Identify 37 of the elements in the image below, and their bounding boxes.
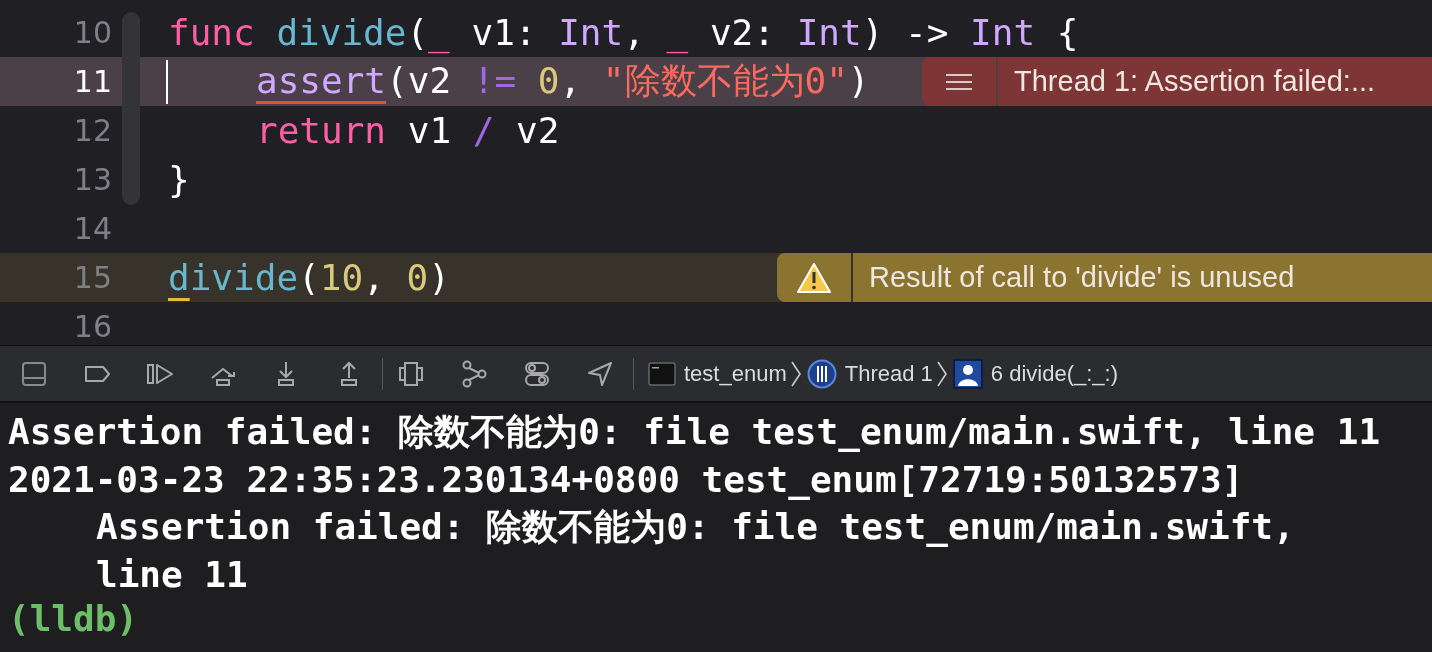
warning-icon (797, 262, 831, 293)
line-number: 12 (72, 113, 112, 148)
line-number: 16 (72, 309, 112, 344)
breadcrumb-item[interactable]: 6 divide(_:_:) (952, 358, 1118, 389)
line-number: 10 (72, 15, 112, 50)
frames-icon[interactable] (397, 359, 425, 388)
text-cursor (166, 59, 168, 104)
thread-icon (806, 358, 837, 389)
console-line: Assertion failed: 除数不能为0: file test_enum/main.swift, (96, 505, 1295, 549)
location-arrow-icon[interactable] (586, 359, 614, 388)
terminal-icon (648, 361, 676, 386)
chevron-icon (790, 360, 801, 387)
line-number: 11 (72, 64, 112, 99)
code-line: } (168, 159, 190, 200)
line-number: 13 (72, 162, 112, 197)
menu-icon (946, 72, 972, 91)
breadcrumb-item[interactable]: Thread 1 (806, 358, 933, 389)
console-line: line 11 (96, 552, 248, 597)
console-prompt: (lldb) (8, 598, 139, 640)
code-line: return v1 / v2 (255, 110, 560, 151)
line-number: 15 (72, 260, 112, 295)
code-line: func divide(_ v1: Int, _ v2: Int) -> Int { (168, 12, 1079, 53)
error-message: Thread 1: Assertion failed:... (998, 57, 1432, 106)
person-icon (952, 358, 983, 389)
graph-icon[interactable] (460, 359, 488, 388)
console-line: 2021-03-23 22:35:23.230134+0800 test_enum[72719:50132573] (8, 457, 1244, 502)
issue-icon-button[interactable] (922, 57, 996, 106)
toggle-icon[interactable] (523, 359, 551, 388)
issue-icon-button[interactable] (777, 253, 851, 302)
chevron-icon (936, 360, 947, 387)
console-line: Assertion failed: 除数不能为0: file test_enum/main.swift, line 11 (8, 410, 1381, 454)
code-line: divide(10, 0) (168, 257, 450, 298)
panel-icon[interactable] (20, 359, 48, 388)
line-number: 14 (72, 211, 112, 246)
warning-message: Result of call to 'divide' is unused (853, 253, 1432, 302)
code-line: assert(v2 != 0, "除数不能为0") (255, 59, 870, 103)
breadcrumb-item[interactable]: test_enum (648, 360, 787, 387)
